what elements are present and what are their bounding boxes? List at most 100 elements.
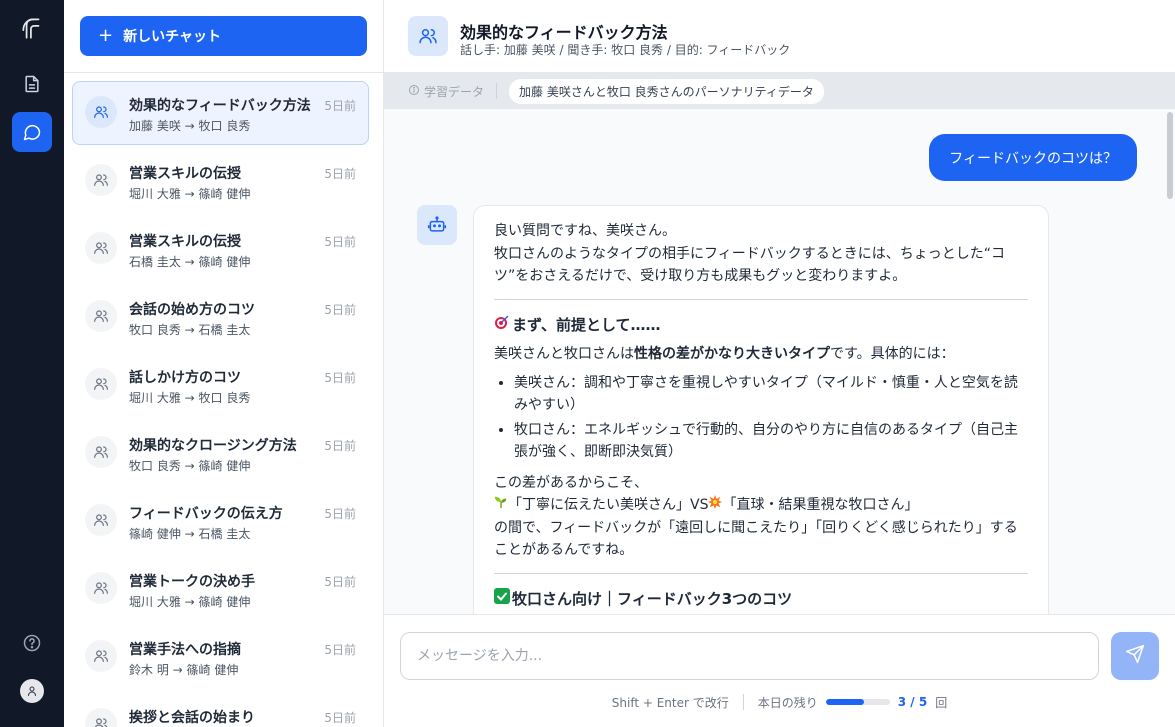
- bot-paragraph: 「丁寧に伝えたい美咲さん」VS 「直球・結果重視な牧口さん」: [494, 494, 1028, 517]
- user-avatar-icon[interactable]: [20, 679, 44, 703]
- chat-scrollbar[interactable]: [1167, 112, 1173, 199]
- users-icon: [85, 96, 117, 128]
- bot-paragraph: の間で、フィードバックが「遠回しに聞こえたり」「回りくどく感じられたり」すること…: [494, 519, 1018, 559]
- document-icon[interactable]: [12, 64, 52, 104]
- conversation-title: 効果的なフィードバック方法: [129, 98, 311, 114]
- help-icon[interactable]: [12, 623, 52, 663]
- conversation-participants: 牧口 良秀 → 篠崎 健伸: [129, 459, 251, 473]
- conversation-participants: 牧口 良秀 → 石橋 圭太: [129, 323, 251, 337]
- conversation-time: 5日前: [324, 575, 356, 589]
- conversation-title: 営業スキルの伝授: [129, 234, 241, 250]
- conversation-title: 営業スキルの伝授: [129, 166, 241, 182]
- remaining-progress-bar: [825, 699, 890, 705]
- sidebar-divider: [64, 72, 383, 73]
- conversation-participants: 堀川 大雅 → 牧口 良秀: [129, 391, 251, 405]
- page-subtitle: 話し手: 加藤 美咲 / 聞き手: 牧口 良秀 / 目的: フィードバック: [460, 43, 791, 57]
- plus-icon: +: [98, 25, 114, 46]
- composer: Shift + Enter で改行 本日の残り 3 / 5 回: [384, 614, 1175, 727]
- chat-main: 効果的なフィードバック方法 話し手: 加藤 美咲 / 聞き手: 牧口 良秀 / …: [384, 0, 1175, 727]
- conversation-participants: 石橋 圭太 → 篠崎 健伸: [129, 255, 251, 269]
- conversation-item[interactable]: 効果的なフィードバック方法 加藤 美咲 → 牧口 良秀 5日前: [72, 81, 369, 145]
- conversation-item[interactable]: フィードバックの伝え方 篠崎 健伸 → 石橋 圭太 5日前: [72, 489, 369, 553]
- conversation-time: 5日前: [324, 303, 356, 317]
- users-icon: [85, 436, 117, 468]
- target-icon: [494, 314, 510, 338]
- conversation-title: 営業手法への指摘: [129, 642, 241, 658]
- new-chat-button[interactable]: + 新しいチャット: [80, 16, 367, 56]
- bot-icon: [417, 205, 457, 245]
- users-icon: [85, 572, 117, 604]
- users-icon: [408, 16, 448, 56]
- composer-footer: Shift + Enter で改行 本日の残り 3 / 5 回: [384, 692, 1175, 712]
- conversation-item[interactable]: 営業トークの決め手 堀川 大雅 → 篠崎 健伸 5日前: [72, 557, 369, 621]
- list-item: 牧口さん：エネルギッシュで行動的、自分のやり方に自信のあるタイプ（自己主張が強く…: [514, 419, 1028, 464]
- remaining-unit: 回: [935, 695, 948, 710]
- conversation-item[interactable]: 営業スキルの伝授 石橋 圭太 → 篠崎 健伸 5日前: [72, 217, 369, 281]
- conversation-participants: 堀川 大雅 → 篠崎 健伸: [129, 595, 251, 609]
- conversation-time: 5日前: [324, 235, 356, 249]
- list-item: 美咲さん：調和や丁寧さを重視しやすいタイプ（マイルド・慎重・人と空気を読みやすい…: [514, 372, 1028, 417]
- message-area[interactable]: フィードバックのコツは？ 良い質問ですね、美咲さん。 牧口さんのようなタイプの相…: [384, 109, 1175, 614]
- conversation-item[interactable]: 話しかけ方のコツ 堀川 大雅 → 牧口 良秀 5日前: [72, 353, 369, 417]
- bot-divider: [494, 572, 1028, 574]
- bot-heading: 牧口さん向け｜フィードバック3つのコツ: [494, 587, 1028, 612]
- conversation-time: 5日前: [324, 167, 356, 181]
- chat-icon[interactable]: [12, 112, 52, 152]
- app-logo-icon[interactable]: [12, 8, 52, 48]
- info-icon: [408, 84, 420, 99]
- conversation-participants: 鈴木 明 → 篠崎 健伸: [129, 663, 239, 677]
- conversation-participants: 堀川 大雅 → 篠崎 健伸: [129, 187, 251, 201]
- personality-data-chip[interactable]: 加藤 美咲さんと牧口 良秀さんのパーソナリティデータ: [509, 78, 824, 104]
- user-message: フィードバックのコツは？: [929, 134, 1137, 181]
- conversation-time: 5日前: [324, 439, 356, 453]
- bot-divider: [494, 298, 1028, 300]
- users-icon: [85, 164, 117, 196]
- send-button[interactable]: [1111, 632, 1159, 680]
- conversation-time: 5日前: [324, 643, 356, 657]
- message-input[interactable]: [400, 632, 1099, 680]
- users-icon: [85, 300, 117, 332]
- conversation-list: 効果的なフィードバック方法 加藤 美咲 → 牧口 良秀 5日前 営業スキルの伝授 堀川 …: [72, 81, 369, 727]
- bot-paragraph: 良い質問ですね、美咲さん。: [494, 223, 676, 239]
- bot-paragraph: 美咲さんと牧口さんは性格の差がかなり大きいタイプです。具体的には：: [494, 346, 955, 362]
- bot-list: 美咲さん：調和や丁寧さを重視しやすいタイプ（マイルド・慎重・人と空気を読みやすい…: [494, 372, 1028, 464]
- conversation-time: 5日前: [324, 99, 356, 113]
- conversation-item[interactable]: 営業手法への指摘 鈴木 明 → 篠崎 健伸 5日前: [72, 625, 369, 689]
- conversation-time: 5日前: [324, 507, 356, 521]
- conversation-item[interactable]: 営業スキルの伝授 堀川 大雅 → 篠崎 健伸 5日前: [72, 149, 369, 213]
- sprout-icon: [494, 494, 508, 517]
- remaining-count: 3 / 5: [897, 695, 928, 709]
- conversation-title: 挨拶と会話の始まり: [129, 710, 255, 726]
- check-mark-icon: [494, 587, 510, 612]
- conversation-item[interactable]: 効果的なクロージング方法 牧口 良秀 → 篠崎 健伸 5日前: [72, 421, 369, 485]
- users-icon: [85, 504, 117, 536]
- chat-header: 効果的なフィードバック方法 話し手: 加藤 美咲 / 聞き手: 牧口 良秀 / …: [384, 0, 1175, 73]
- conversation-time: 5日前: [324, 711, 356, 725]
- remaining-label: 本日の残り: [757, 695, 818, 710]
- conversation-item[interactable]: 挨拶と会話の始まり 5日前: [72, 693, 369, 727]
- footer-divider: [742, 694, 744, 710]
- conversation-item[interactable]: 会話の始め方のコツ 牧口 良秀 → 石橋 圭太 5日前: [72, 285, 369, 349]
- infobar-divider: [496, 83, 498, 99]
- icon-rail: [0, 0, 64, 727]
- conversation-participants: 加藤 美咲 → 牧口 良秀: [129, 119, 251, 133]
- page-title: 効果的なフィードバック方法: [460, 23, 668, 42]
- bot-paragraph: 牧口さんのようなタイプの相手にフィードバックするときには、ちょっとした“コツ”を…: [494, 245, 1005, 285]
- send-icon: [1125, 644, 1145, 668]
- conversation-title: 会話の始め方のコツ: [129, 302, 255, 318]
- newline-hint: Shift + Enter で改行: [611, 695, 729, 710]
- learning-data-label: 学習データ: [424, 84, 485, 99]
- users-icon: [85, 708, 117, 727]
- conversation-sidebar: + 新しいチャット 効果的なフィードバック方法 加藤 美咲 → 牧口 良秀 5日前営…: [64, 0, 384, 727]
- conversation-title: フィードバックの伝え方: [129, 506, 283, 522]
- users-icon: [85, 640, 117, 672]
- conversation-participants: 篠崎 健伸 → 石橋 圭太: [129, 527, 251, 541]
- conversation-time: 5日前: [324, 371, 356, 385]
- bot-heading: まず、前提として……: [494, 314, 1028, 338]
- conversation-title: 効果的なクロージング方法: [129, 438, 297, 454]
- remaining-progress-fill: [825, 699, 865, 705]
- bot-paragraph: この差があるからこそ、: [494, 474, 648, 491]
- users-icon: [85, 368, 117, 400]
- new-chat-label: 新しいチャット: [123, 29, 221, 45]
- bot-message: 良い質問ですね、美咲さん。 牧口さんのようなタイプの相手にフィードバックするとき…: [473, 205, 1049, 614]
